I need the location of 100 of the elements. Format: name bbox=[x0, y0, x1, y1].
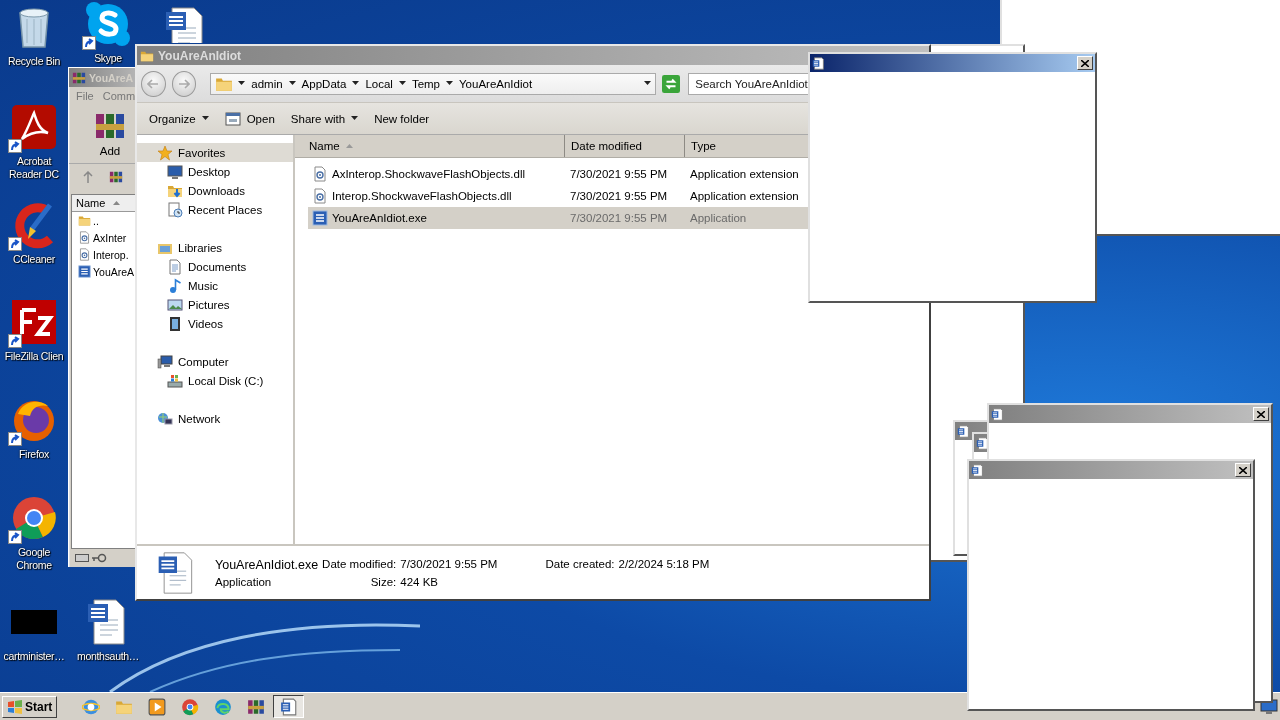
detail-label: Date modified: bbox=[322, 557, 397, 572]
breadcrumb-item[interactable]: admin bbox=[250, 77, 284, 90]
books-icon bbox=[246, 697, 265, 716]
toolbar-button[interactable]: New folder bbox=[368, 109, 436, 128]
file-name: AxInterop.ShockwaveFlashObjects.dll bbox=[332, 168, 526, 180]
app-icon bbox=[78, 265, 91, 278]
round-logo-icon[interactable] bbox=[10, 494, 58, 542]
star-icon bbox=[157, 144, 173, 161]
file-type: Application extension bbox=[689, 190, 799, 202]
file-name: Interop.ShockwaveFlashObjects.dll bbox=[332, 190, 512, 202]
nav-item[interactable]: Favorites bbox=[137, 143, 293, 162]
taskbar-button[interactable] bbox=[273, 695, 305, 718]
breadcrumb-item[interactable]: AppData bbox=[300, 77, 348, 90]
nav-item[interactable]: Videos bbox=[137, 314, 293, 333]
nav-item[interactable]: Computer bbox=[137, 352, 293, 371]
file-row[interactable]: Interop.ShockwaveFlashObjects.dll 7/30/2021 9:55 PM Application extension bbox=[308, 185, 929, 207]
music-note-icon bbox=[167, 277, 183, 294]
caret-icon bbox=[398, 81, 406, 86]
caret-icon bbox=[288, 81, 296, 86]
column-header[interactable]: Date modified bbox=[565, 135, 685, 157]
desktop-icon-label[interactable]: Acrobat Reader DC bbox=[0, 155, 68, 181]
app-icon bbox=[312, 210, 328, 226]
round-logo-icon bbox=[180, 697, 199, 716]
monitor-icon bbox=[167, 163, 183, 180]
nav-item[interactable]: Desktop bbox=[137, 162, 293, 181]
open-icon bbox=[224, 110, 241, 127]
nav-item[interactable]: Recent Places bbox=[137, 200, 293, 219]
recent-places-icon bbox=[167, 201, 183, 218]
window-title: YouAreA bbox=[89, 71, 134, 84]
detail-file-type: Application bbox=[215, 575, 273, 588]
computer-icon bbox=[157, 353, 173, 370]
drive-icon bbox=[167, 372, 183, 389]
file-type: Application extension bbox=[689, 168, 799, 180]
nav-item[interactable]: Downloads bbox=[137, 181, 293, 200]
desktop-icon-label[interactable]: Skype bbox=[94, 52, 122, 65]
settings-file-icon bbox=[312, 188, 328, 204]
nav-item[interactable]: Local Disk (C:) bbox=[137, 371, 293, 390]
column-header[interactable]: Name bbox=[72, 195, 135, 212]
detail-value: 7/30/2021 9:55 PM bbox=[400, 557, 498, 572]
file-name[interactable]: AxInter bbox=[93, 231, 127, 244]
file-name: YouAreAnIdiot.exe bbox=[332, 212, 427, 224]
toolbar-button[interactable]: Open bbox=[218, 107, 281, 130]
document-icon bbox=[971, 463, 984, 477]
detail-value: 424 KB bbox=[400, 575, 439, 588]
desktop-icon-label[interactable]: FileZilla Clien bbox=[4, 350, 64, 363]
picture-icon bbox=[167, 296, 183, 313]
close-button[interactable] bbox=[1253, 407, 1269, 421]
document-icon bbox=[957, 424, 970, 438]
key-icon bbox=[91, 553, 107, 563]
file-name[interactable]: Interop. bbox=[93, 248, 129, 261]
books-icon bbox=[109, 170, 123, 184]
film-icon bbox=[167, 315, 183, 332]
nav-item[interactable]: Libraries bbox=[137, 238, 293, 257]
caret-icon bbox=[238, 81, 246, 86]
file-row[interactable]: AxInterop.ShockwaveFlashObjects.dll 7/30/2021 9:55 PM Application extension bbox=[308, 163, 929, 185]
close-button[interactable] bbox=[1077, 56, 1093, 70]
desktop-icon-label[interactable]: Firefox bbox=[19, 448, 49, 461]
date-modified: 7/30/2021 9:55 PM bbox=[569, 168, 669, 180]
start-button[interactable]: Start bbox=[2, 695, 58, 718]
column-header[interactable]: Name bbox=[295, 135, 565, 157]
nav-item[interactable]: Pictures bbox=[137, 295, 293, 314]
date-modified: 7/30/2021 9:55 PM bbox=[569, 190, 669, 202]
toolbar-button[interactable]: Share with bbox=[284, 109, 365, 128]
desktop-icon-label[interactable]: Recycle Bin bbox=[7, 55, 61, 68]
caret-icon bbox=[446, 81, 453, 86]
detail-label: Size: bbox=[369, 575, 397, 588]
nav-item[interactable]: Music bbox=[137, 276, 293, 295]
nav-item[interactable]: Network bbox=[137, 409, 293, 428]
zigzag-app-icon[interactable] bbox=[10, 298, 58, 346]
chat-bubble-icon[interactable] bbox=[84, 0, 132, 48]
breadcrumb-item[interactable]: Local bbox=[364, 77, 394, 90]
caret-icon bbox=[351, 116, 359, 121]
desktop-icon-label[interactable]: Google Chrome bbox=[0, 546, 68, 572]
back-arrow-icon bbox=[147, 78, 160, 89]
desktop-icon-label[interactable]: cartminister… bbox=[3, 650, 65, 663]
folder-icon bbox=[78, 214, 91, 227]
settings-file-icon bbox=[78, 248, 91, 261]
close-icon bbox=[1081, 59, 1089, 67]
file-name[interactable]: YouAreA bbox=[93, 265, 135, 278]
settings-file-icon bbox=[78, 231, 91, 244]
swirl-app-icon[interactable] bbox=[10, 103, 58, 151]
toolbar-button[interactable]: Add bbox=[92, 110, 128, 163]
drive-icon bbox=[75, 554, 89, 562]
detail-file-name: YouAreAnIdiot.exe bbox=[215, 557, 319, 572]
desktop-icon-label[interactable]: monthsauth… bbox=[76, 650, 140, 663]
settings-file-icon bbox=[312, 166, 328, 182]
nav-item[interactable]: Documents bbox=[137, 257, 293, 276]
toolbar-button[interactable]: Organize bbox=[143, 109, 215, 128]
file-name[interactable]: .. bbox=[93, 214, 99, 227]
breadcrumb-item[interactable]: YouAreAnIdiot bbox=[458, 77, 534, 90]
document-icon bbox=[167, 258, 183, 275]
flag-icon bbox=[7, 699, 23, 714]
books-icon bbox=[72, 70, 86, 85]
desktop-icon-label[interactable]: CCleaner bbox=[13, 253, 55, 266]
breadcrumb-item[interactable]: Temp bbox=[410, 77, 441, 90]
close-button[interactable] bbox=[1235, 463, 1251, 477]
document-icon bbox=[812, 56, 825, 70]
address-bar[interactable]: admin AppData Local Temp YouAreAnIdiot bbox=[210, 72, 657, 95]
refresh-icon bbox=[662, 74, 681, 93]
detail-label: Date created: bbox=[545, 557, 615, 572]
